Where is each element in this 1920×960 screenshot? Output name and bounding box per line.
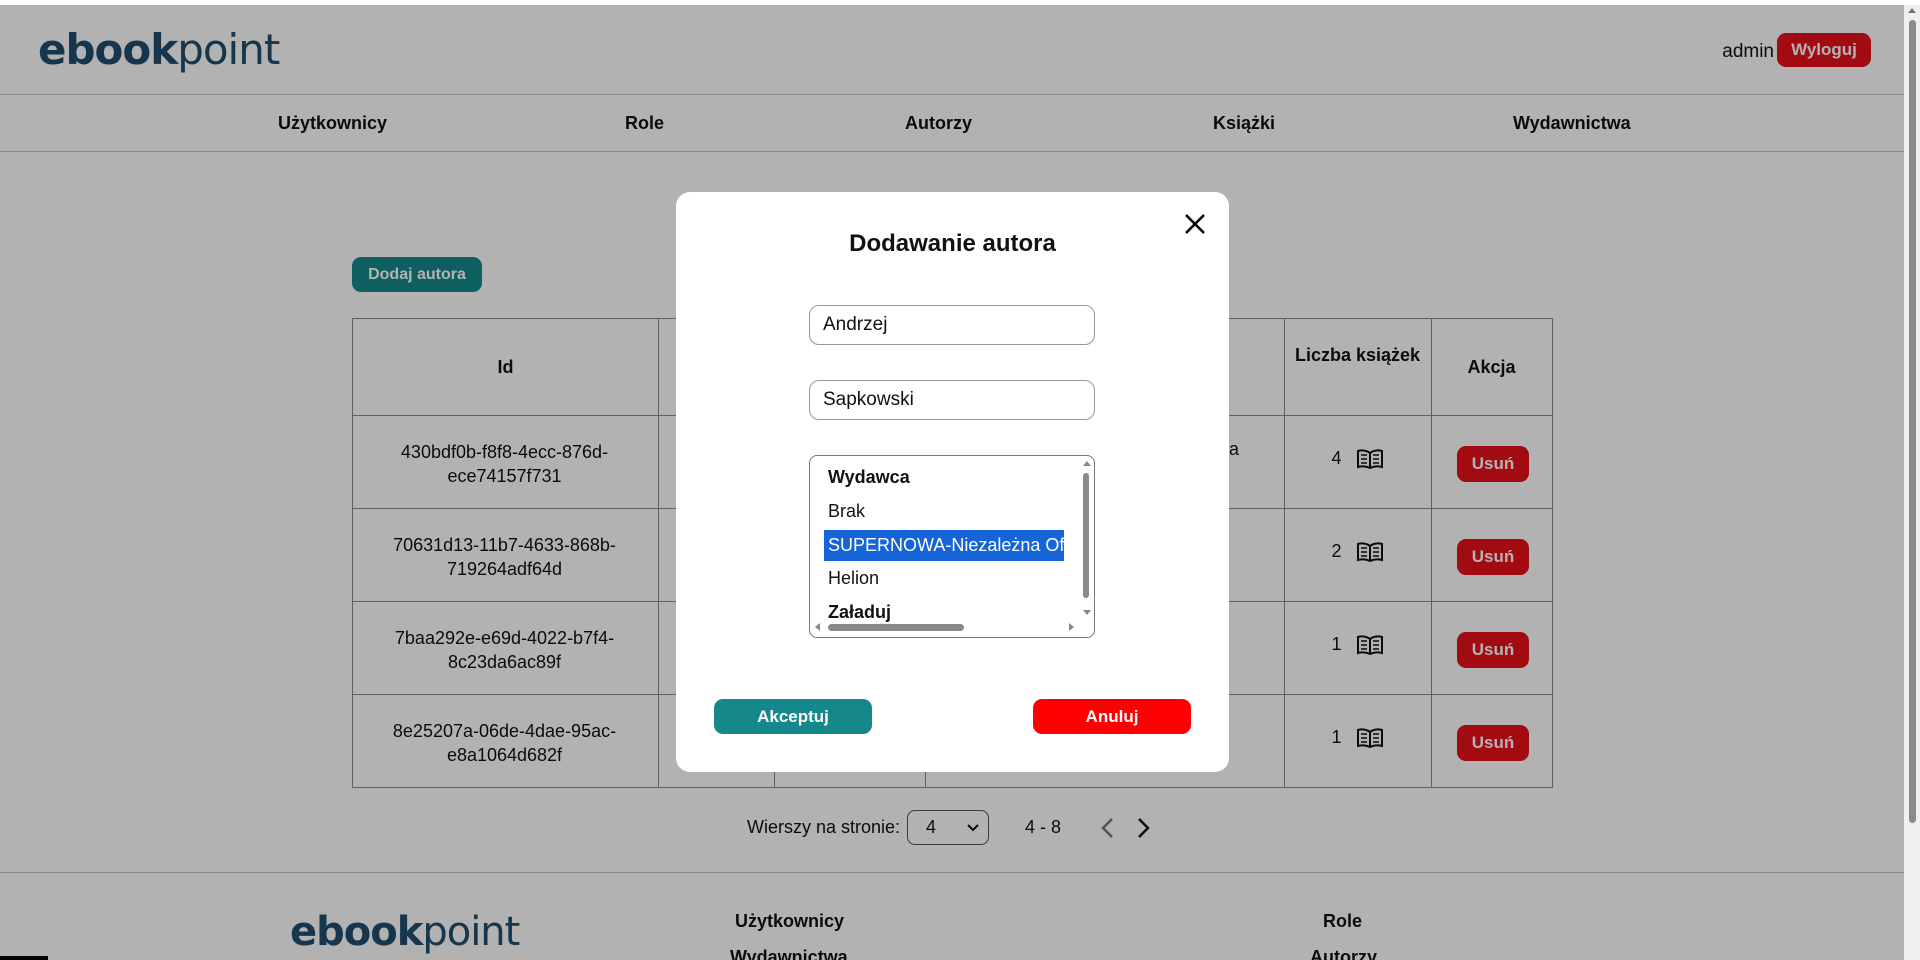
listbox-horizontal-thumb[interactable] bbox=[828, 624, 964, 631]
add-author-dialog: Dodawanie autora Andrzej Sapkowski Wydaw… bbox=[676, 192, 1229, 772]
scroll-down-arrow-icon[interactable] bbox=[1083, 610, 1091, 615]
publisher-option-helion[interactable]: Helion bbox=[824, 563, 1064, 594]
listbox-scroll-thumb[interactable] bbox=[1083, 473, 1089, 598]
last-name-field[interactable]: Sapkowski bbox=[809, 380, 1095, 420]
scroll-up-arrow-icon[interactable] bbox=[1083, 461, 1091, 466]
cancel-button[interactable]: Anuluj bbox=[1033, 699, 1191, 734]
publisher-option-selected[interactable]: SUPERNOWA-Niezależna Of bbox=[824, 530, 1064, 561]
listbox-vertical-scrollbar[interactable] bbox=[1079, 458, 1094, 618]
scroll-up-arrow-icon[interactable] bbox=[1908, 8, 1916, 13]
first-name-field[interactable]: Andrzej bbox=[809, 305, 1095, 345]
scroll-right-arrow-icon[interactable] bbox=[1069, 623, 1074, 631]
publisher-group-header: Wydawca bbox=[828, 467, 910, 487]
scroll-left-arrow-icon[interactable] bbox=[815, 623, 820, 631]
page-scroll-thumb[interactable] bbox=[1909, 20, 1916, 823]
page-scrollbar[interactable] bbox=[1904, 5, 1920, 960]
accept-button[interactable]: Akceptuj bbox=[714, 699, 872, 734]
listbox-horizontal-scrollbar[interactable] bbox=[812, 619, 1079, 634]
dialog-title: Dodawanie autora bbox=[849, 230, 1056, 257]
publisher-listbox[interactable]: Wydawca Brak SUPERNOWA-Niezależna Of Hel… bbox=[809, 455, 1095, 638]
publisher-option-none[interactable]: Brak bbox=[824, 496, 1064, 527]
